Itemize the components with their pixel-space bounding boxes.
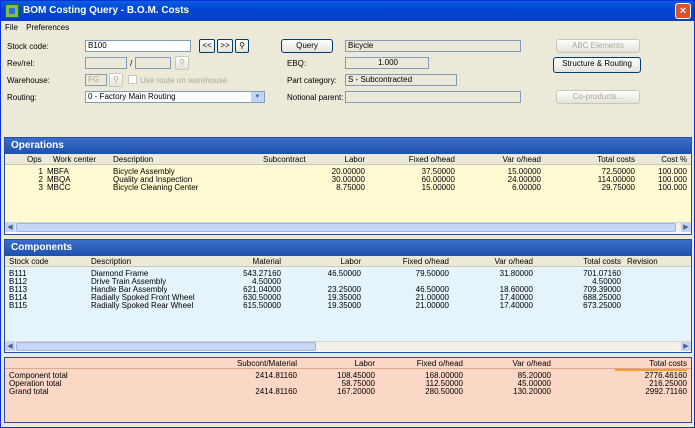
- table-row[interactable]: 3 MBCC Bicycle Cleaning Center 8.75000 1…: [5, 184, 691, 192]
- col-labor: Labor: [354, 359, 375, 368]
- col-var-ohead[interactable]: Var o/head: [473, 256, 533, 267]
- co-products-button[interactable]: Co-products...: [556, 90, 640, 104]
- table-row[interactable]: B112 Drive Train Assembly 4.50000 4.5000…: [5, 278, 691, 286]
- col-subcontract[interactable]: Subcontract: [263, 154, 306, 165]
- part-category-label: Part category:: [287, 76, 337, 85]
- routing-label: Routing:: [7, 93, 37, 102]
- notional-parent-label: Notional parent:: [287, 93, 344, 102]
- scroll-thumb[interactable]: [16, 342, 316, 351]
- table-row[interactable]: B115 Radially Spoked Rear Wheel 615.5000…: [5, 302, 691, 310]
- previous-button[interactable]: <<: [199, 39, 215, 53]
- totals-panel: Subcont/Material Labor Fixed o/head Var …: [4, 357, 692, 423]
- col-stock-code[interactable]: Stock code: [9, 256, 49, 267]
- totals-header-row: Subcont/Material Labor Fixed o/head Var …: [5, 358, 691, 371]
- table-row[interactable]: B111 Diamond Frame 543.27160 46.50000 79…: [5, 270, 691, 278]
- use-route-label: Use route on warehouse: [140, 76, 228, 85]
- chevron-down-icon[interactable]: ▼: [251, 92, 264, 102]
- menu-file[interactable]: File: [5, 23, 18, 32]
- warehouse-label: Warehouse:: [7, 76, 50, 85]
- operations-header-row: Ops Work center Description Subcontract …: [5, 154, 691, 165]
- components-scrollbar[interactable]: ◀ ▶: [5, 341, 691, 351]
- operations-body: 1 MBFA Bicycle Assembly 20.00000 37.5000…: [5, 165, 691, 223]
- table-row: Component total 2414.81160 108.45000 168…: [9, 372, 687, 380]
- operations-title: Operations: [5, 138, 691, 154]
- col-total-costs[interactable]: Total costs: [559, 256, 621, 267]
- part-category-field: S - Subcontracted: [345, 74, 457, 86]
- notional-parent-field: [345, 91, 521, 103]
- table-row[interactable]: B113 Handle Bar Assembly 621.04000 23.25…: [5, 286, 691, 294]
- next-button[interactable]: >>: [217, 39, 233, 53]
- ebq-field: 1.000: [345, 57, 429, 69]
- col-labor[interactable]: Labor: [301, 256, 361, 267]
- revision-input[interactable]: [85, 57, 127, 69]
- components-body: B111 Diamond Frame 543.27160 46.50000 79…: [5, 267, 691, 341]
- components-panel: Components Stock code Description Materi…: [4, 239, 692, 353]
- app-icon: [5, 4, 19, 18]
- close-button[interactable]: ×: [675, 3, 691, 19]
- query-button[interactable]: Query: [281, 39, 333, 53]
- col-subcont-material: Subcont/Material: [236, 359, 297, 368]
- table-row[interactable]: B114 Radially Spoked Front Wheel 630.500…: [5, 294, 691, 302]
- search-icon[interactable]: ⚲: [175, 56, 189, 70]
- search-icon[interactable]: ⚲: [235, 39, 249, 53]
- scroll-left-icon[interactable]: ◀: [5, 223, 15, 232]
- main-window: BOM Costing Query - B.O.M. Costs × File …: [0, 0, 695, 428]
- operations-panel: Operations Ops Work center Description S…: [4, 137, 692, 235]
- table-row[interactable]: 1 MBFA Bicycle Assembly 20.00000 37.5000…: [5, 168, 691, 176]
- col-var-ohead[interactable]: Var o/head: [475, 154, 541, 165]
- col-work-center[interactable]: Work center: [53, 154, 96, 165]
- col-cost-pct[interactable]: Cost %: [647, 154, 687, 165]
- table-row: Operation total 58.75000 112.50000 45.00…: [9, 380, 687, 388]
- components-header-row: Stock code Description Material Labor Fi…: [5, 256, 691, 267]
- abc-elements-button[interactable]: ABC Elements: [556, 39, 640, 53]
- release-input[interactable]: [135, 57, 171, 69]
- rev-rel-label: Rev/rel:: [7, 59, 35, 68]
- totals-body: Component total 2414.81160 108.45000 168…: [5, 369, 691, 422]
- col-labor[interactable]: Labor: [305, 154, 365, 165]
- col-description[interactable]: Description: [91, 256, 131, 267]
- menu-preferences[interactable]: Preferences: [26, 23, 69, 32]
- ebq-label: EBQ:: [287, 59, 307, 68]
- scroll-left-icon[interactable]: ◀: [5, 342, 15, 351]
- table-row[interactable]: 2 MBQA Quality and Inspection 30.00000 6…: [5, 176, 691, 184]
- title-bar: BOM Costing Query - B.O.M. Costs ×: [1, 1, 694, 21]
- col-description[interactable]: Description: [113, 154, 153, 165]
- operations-scrollbar[interactable]: ◀ ▶: [5, 222, 691, 232]
- col-revision[interactable]: Revision: [627, 256, 658, 267]
- routing-select[interactable]: 0 - Factory Main Routing: [85, 91, 265, 103]
- rev-separator: /: [130, 59, 133, 68]
- scroll-thumb[interactable]: [16, 223, 676, 232]
- warehouse-input[interactable]: FG: [85, 74, 107, 86]
- stock-code-input[interactable]: B100: [85, 40, 191, 52]
- col-total-costs: Total costs: [615, 358, 687, 371]
- col-fixed-ohead: Fixed o/head: [416, 359, 463, 368]
- col-fixed-ohead[interactable]: Fixed o/head: [395, 154, 455, 165]
- description-field: Bicycle: [345, 40, 521, 52]
- window-title: BOM Costing Query - B.O.M. Costs: [23, 5, 190, 16]
- menu-bar: File Preferences: [1, 21, 694, 34]
- col-fixed-ohead[interactable]: Fixed o/head: [385, 256, 449, 267]
- scroll-right-icon[interactable]: ▶: [681, 342, 691, 351]
- table-row: Grand total 2414.81160 167.20000 280.500…: [9, 388, 687, 396]
- search-icon[interactable]: ⚲: [109, 73, 123, 87]
- col-ops[interactable]: Ops: [27, 154, 42, 165]
- structure-routing-button[interactable]: Structure & Routing: [553, 57, 641, 73]
- scroll-right-icon[interactable]: ▶: [681, 223, 691, 232]
- components-title: Components: [5, 240, 691, 256]
- stock-code-label: Stock code:: [7, 42, 49, 51]
- col-total-costs[interactable]: Total costs: [573, 154, 635, 165]
- col-var-ohead: Var o/head: [512, 359, 551, 368]
- use-route-checkbox[interactable]: [128, 75, 137, 84]
- col-material[interactable]: Material: [221, 256, 281, 267]
